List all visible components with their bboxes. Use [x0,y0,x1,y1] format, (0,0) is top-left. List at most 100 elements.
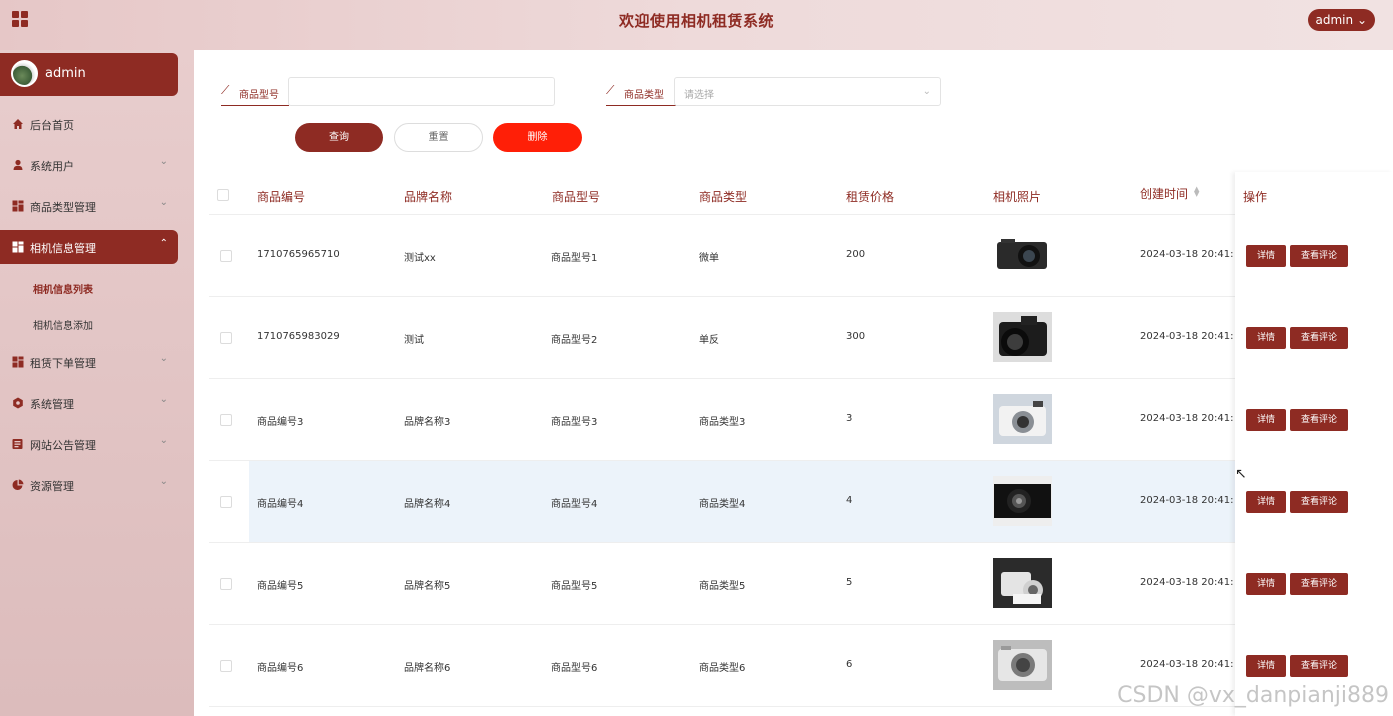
column-header-type[interactable]: 商品类型 [699,188,747,205]
table-row[interactable]: 商品编号4 品牌名称4 商品型号4 商品类型4 4 2024-03-18 20:41:5 [209,461,1383,543]
feather-icon: ⟋ [606,83,615,97]
user-menu-button[interactable]: admin ⌄ [1307,9,1375,31]
sidebar-item-resources[interactable]: 资源管理 ⌄ [0,468,178,502]
top-bar: 欢迎使用相机租赁系统 admin ⌄ [0,0,1393,50]
sidebar-item-announcements[interactable]: 网站公告管理 ⌄ [0,427,178,461]
table-row[interactable]: 1710765965710 测试xx 商品型号1 微单 200 2024-03-18 20… [209,215,1383,297]
grid-icon [12,356,24,368]
camera-photo [993,312,1052,362]
sidebar-subitem-camera-add[interactable]: 相机信息添加 [33,317,93,332]
row-checkbox[interactable] [220,250,232,262]
column-header-id[interactable]: 商品编号 [257,188,305,205]
table-row[interactable]: 商品编号5 品牌名称5 商品型号5 商品类型5 5 2024-03-18 20:41:5 [209,543,1383,625]
cell-id: 1710765983029 [257,331,340,342]
cell-model: 商品型号1 [551,253,598,264]
detail-button[interactable]: 详情 [1246,655,1286,677]
type-filter-label: ⟋ 商品类型 [606,78,676,106]
delete-button[interactable]: 删除 [493,123,582,152]
table-row[interactable]: 1710765983029 测试 商品型号2 单反 300 2024-03-18 20:4… [209,297,1383,379]
camera-photo [993,558,1052,608]
sidebar-item-system-management[interactable]: 系统管理 ⌄ [0,386,178,420]
cell-id: 商品编号4 [257,499,304,510]
cell-type: 商品类型4 [699,499,746,510]
cell-price: 4 [846,495,853,506]
camera-photo [993,230,1052,280]
cell-brand: 品牌名称5 [404,581,451,592]
cell-created-time: 2024-03-18 20:41:5 [1140,331,1233,342]
cell-type: 商品类型3 [699,417,746,428]
detail-button[interactable]: 详情 [1246,327,1286,349]
sidebar-user[interactable]: admin [0,53,178,96]
sidebar-item-camera-info[interactable]: 相机信息管理 ⌃ [0,230,178,264]
view-comments-button[interactable]: 查看评论 [1290,409,1348,431]
cell-type: 微单 [699,253,719,264]
mouse-cursor: ↖ [1235,466,1247,482]
sidebar-item-rental-orders[interactable]: 租赁下单管理 ⌄ [0,345,178,379]
view-comments-button[interactable]: 查看评论 [1290,491,1348,513]
detail-button[interactable]: 详情 [1246,491,1286,513]
column-header-price[interactable]: 租赁价格 [846,188,894,205]
grid-icon [12,241,24,253]
column-header-brand[interactable]: 品牌名称 [404,188,452,205]
model-search-input[interactable] [288,77,555,106]
row-checkbox[interactable] [220,332,232,344]
cell-brand: 测试 [404,335,424,346]
table-row[interactable]: 商品编号3 品牌名称3 商品型号3 商品类型3 3 2024-03-18 20:41:5 [209,379,1383,461]
cell-price: 200 [846,249,866,260]
model-filter-label: ⟋ 商品型号 [221,78,289,106]
cell-created-time: 2024-03-18 20:41:5 [1140,495,1233,506]
avatar [11,60,38,87]
sidebar: admin 后台首页 系统用户 ⌄ 商品类型管理 ⌄ 相机信息管理 ⌃ 相机信息… [0,50,194,716]
cell-type: 商品类型6 [699,663,746,674]
detail-button[interactable]: 详情 [1246,573,1286,595]
pie-icon [12,479,24,490]
camera-photo [993,640,1052,690]
view-comments-button[interactable]: 查看评论 [1290,327,1348,349]
chevron-down-icon: ⌄ [1356,13,1367,27]
cell-price: 300 [846,331,866,342]
app-title: 欢迎使用相机租赁系统 [618,12,774,30]
select-all-checkbox[interactable] [217,189,229,201]
grid-icon [12,200,24,212]
sidebar-item-product-types[interactable]: 商品类型管理 ⌄ [0,189,178,223]
cell-brand: 品牌名称4 [404,499,451,510]
sidebar-item-home[interactable]: 后台首页 [0,107,178,141]
cell-created-time: 2024-03-18 20:41:5 [1140,577,1233,588]
cell-price: 6 [846,659,853,670]
cell-brand: 品牌名称3 [404,417,451,428]
query-button[interactable]: 查询 [295,123,383,152]
user-icon [13,159,23,170]
column-header-model[interactable]: 商品型号 [552,188,600,205]
column-header-photo[interactable]: 相机照片 [993,188,1041,205]
view-comments-button[interactable]: 查看评论 [1290,573,1348,595]
sidebar-subitem-camera-list[interactable]: 相机信息列表 [33,281,93,296]
detail-button[interactable]: 详情 [1246,245,1286,267]
row-checkbox[interactable] [220,496,232,508]
view-comments-button[interactable]: 查看评论 [1290,245,1348,267]
cell-price: 5 [846,577,853,588]
chevron-down-icon: ⌄ [159,353,168,364]
cell-id: 商品编号3 [257,417,304,428]
type-select[interactable]: 请选择 ⌄ [674,77,941,106]
cell-model: 商品型号4 [551,499,598,510]
cell-price: 3 [846,413,853,424]
cell-created-time: 2024-03-18 20:41:5 [1140,659,1233,670]
sidebar-item-system-users[interactable]: 系统用户 ⌄ [0,148,178,182]
row-checkbox[interactable] [220,414,232,426]
column-header-created-time[interactable]: 创建时间 [1140,185,1188,202]
cell-id: 1710765965710 [257,249,340,260]
chevron-down-icon: ⌄ [159,156,168,167]
sort-icon[interactable]: ▲ ▼ [1194,186,1200,198]
camera-photo [993,476,1052,526]
row-checkbox[interactable] [220,660,232,672]
cell-model: 商品型号2 [551,335,598,346]
row-checkbox[interactable] [220,578,232,590]
main-content: ⟋ 商品型号 ⟋ 商品类型 请选择 ⌄ 查询 重置 删除 商品编号 品牌名称 商… [194,50,1393,716]
detail-button[interactable]: 详情 [1246,409,1286,431]
reset-button[interactable]: 重置 [394,123,483,152]
view-comments-button[interactable]: 查看评论 [1290,655,1348,677]
cell-type: 单反 [699,335,719,346]
cell-brand: 测试xx [404,253,436,264]
cell-created-time: 2024-03-18 20:41:5 [1140,249,1233,260]
cell-model: 商品型号5 [551,581,598,592]
